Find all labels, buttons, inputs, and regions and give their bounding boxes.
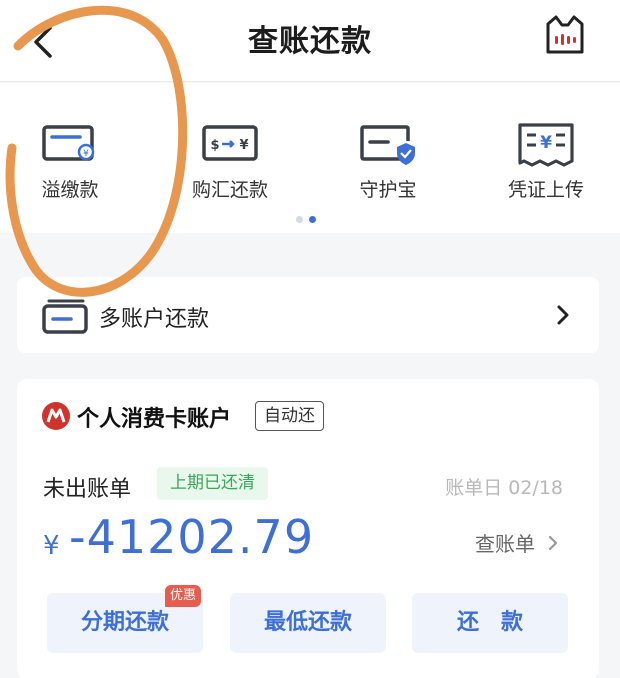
- view-bill-label: 查账单: [475, 532, 535, 556]
- cat-mascot-icon[interactable]: [542, 12, 588, 58]
- svg-text:¥: ¥: [540, 133, 552, 153]
- promo-badge: 优惠: [165, 585, 202, 607]
- quick-action-label: 凭证上传: [507, 179, 584, 201]
- unbilled-label: 未出账单: [43, 477, 132, 502]
- quick-action-label: 溢缴款: [41, 179, 99, 201]
- view-bill-link[interactable]: 查账单: [475, 528, 559, 557]
- svg-text:¥: ¥: [83, 149, 89, 159]
- bank-logo-icon: [42, 402, 70, 430]
- bill-date: 账单日 02/18: [445, 477, 563, 499]
- receipt-icon: ¥: [518, 123, 574, 167]
- currency-exchange-icon: $ ¥: [202, 125, 258, 161]
- page-dot-active: [309, 216, 316, 223]
- account-name: 个人消费卡账户: [77, 407, 232, 432]
- multi-account-repay-row[interactable]: 多账户还款: [17, 277, 599, 353]
- page-indicator: [296, 208, 322, 227]
- card-shield-icon: [360, 125, 415, 165]
- multi-account-label: 多账户还款: [99, 307, 210, 332]
- header-bar: 查账还款: [0, 0, 620, 82]
- quick-action-fx-repay[interactable]: $ ¥ 购汇还款: [160, 121, 300, 202]
- svg-text:¥: ¥: [239, 138, 248, 153]
- quick-action-label: 购汇还款: [191, 179, 268, 201]
- card-stack-icon: [42, 299, 88, 334]
- page-title: 查账还款: [248, 24, 372, 59]
- quick-action-guardian[interactable]: 守护宝: [318, 121, 458, 202]
- minimum-repay-button[interactable]: 最低还款: [230, 593, 386, 653]
- chevron-right-icon: [548, 535, 558, 550]
- quick-action-voucher-upload[interactable]: ¥ 凭证上传: [476, 121, 616, 202]
- chevron-right-icon: [557, 305, 569, 325]
- svg-text:$: $: [210, 138, 219, 153]
- repay-button[interactable]: 还款: [412, 593, 568, 653]
- unbilled-amount: -41202.79: [69, 510, 315, 564]
- card-coin-icon: ¥: [42, 125, 95, 161]
- currency-symbol: ¥: [43, 531, 60, 561]
- page-dot: [296, 216, 303, 223]
- account-card: 个人消费卡账户 自动还 未出账单 上期已还清 账单日 02/18 ¥ -4120…: [17, 379, 599, 678]
- quick-actions: ¥ 溢缴款 $ ¥ 购汇还款 守护宝 ¥ 凭证上传: [0, 83, 620, 233]
- status-badge: 上期已还清: [157, 467, 268, 500]
- quick-action-overpayment[interactable]: ¥ 溢缴款: [0, 121, 140, 202]
- quick-action-label: 守护宝: [359, 179, 417, 201]
- auto-repay-tag[interactable]: 自动还: [255, 401, 324, 431]
